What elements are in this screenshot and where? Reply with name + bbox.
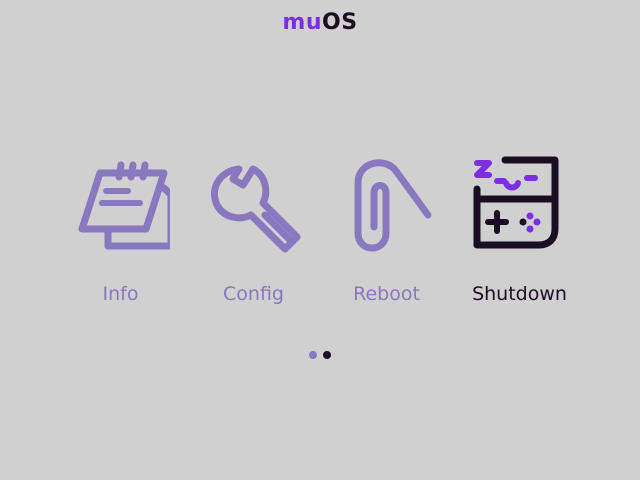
menu-item-info-label: Info	[102, 283, 139, 305]
menu-item-reboot[interactable]: Reboot	[320, 155, 453, 315]
menu-item-config-label: Config	[223, 283, 284, 305]
menu-item-config[interactable]: Config	[187, 155, 320, 315]
menu-item-info[interactable]: Info	[54, 155, 187, 315]
app-title-mu: mu	[282, 10, 323, 35]
main-menu: Info Config Reboot Shutdown	[54, 155, 586, 315]
page-dot-1[interactable]	[309, 351, 317, 359]
notepad-icon	[78, 161, 170, 250]
main-menu-screen: muOS Info Config Reboot Shutdown	[0, 0, 640, 480]
menu-item-shutdown-label: Shutdown	[472, 283, 567, 305]
page-indicator	[0, 351, 640, 361]
app-title-os: OS	[322, 10, 358, 35]
sleeping-handheld-icon	[473, 156, 559, 249]
paperclip-icon	[354, 159, 432, 252]
app-title: muOS	[0, 8, 640, 38]
menu-item-reboot-label: Reboot	[353, 283, 420, 305]
wrench-icon	[211, 165, 301, 253]
page-dot-2[interactable]	[323, 351, 331, 359]
menu-item-shutdown[interactable]: Shutdown	[453, 155, 586, 315]
